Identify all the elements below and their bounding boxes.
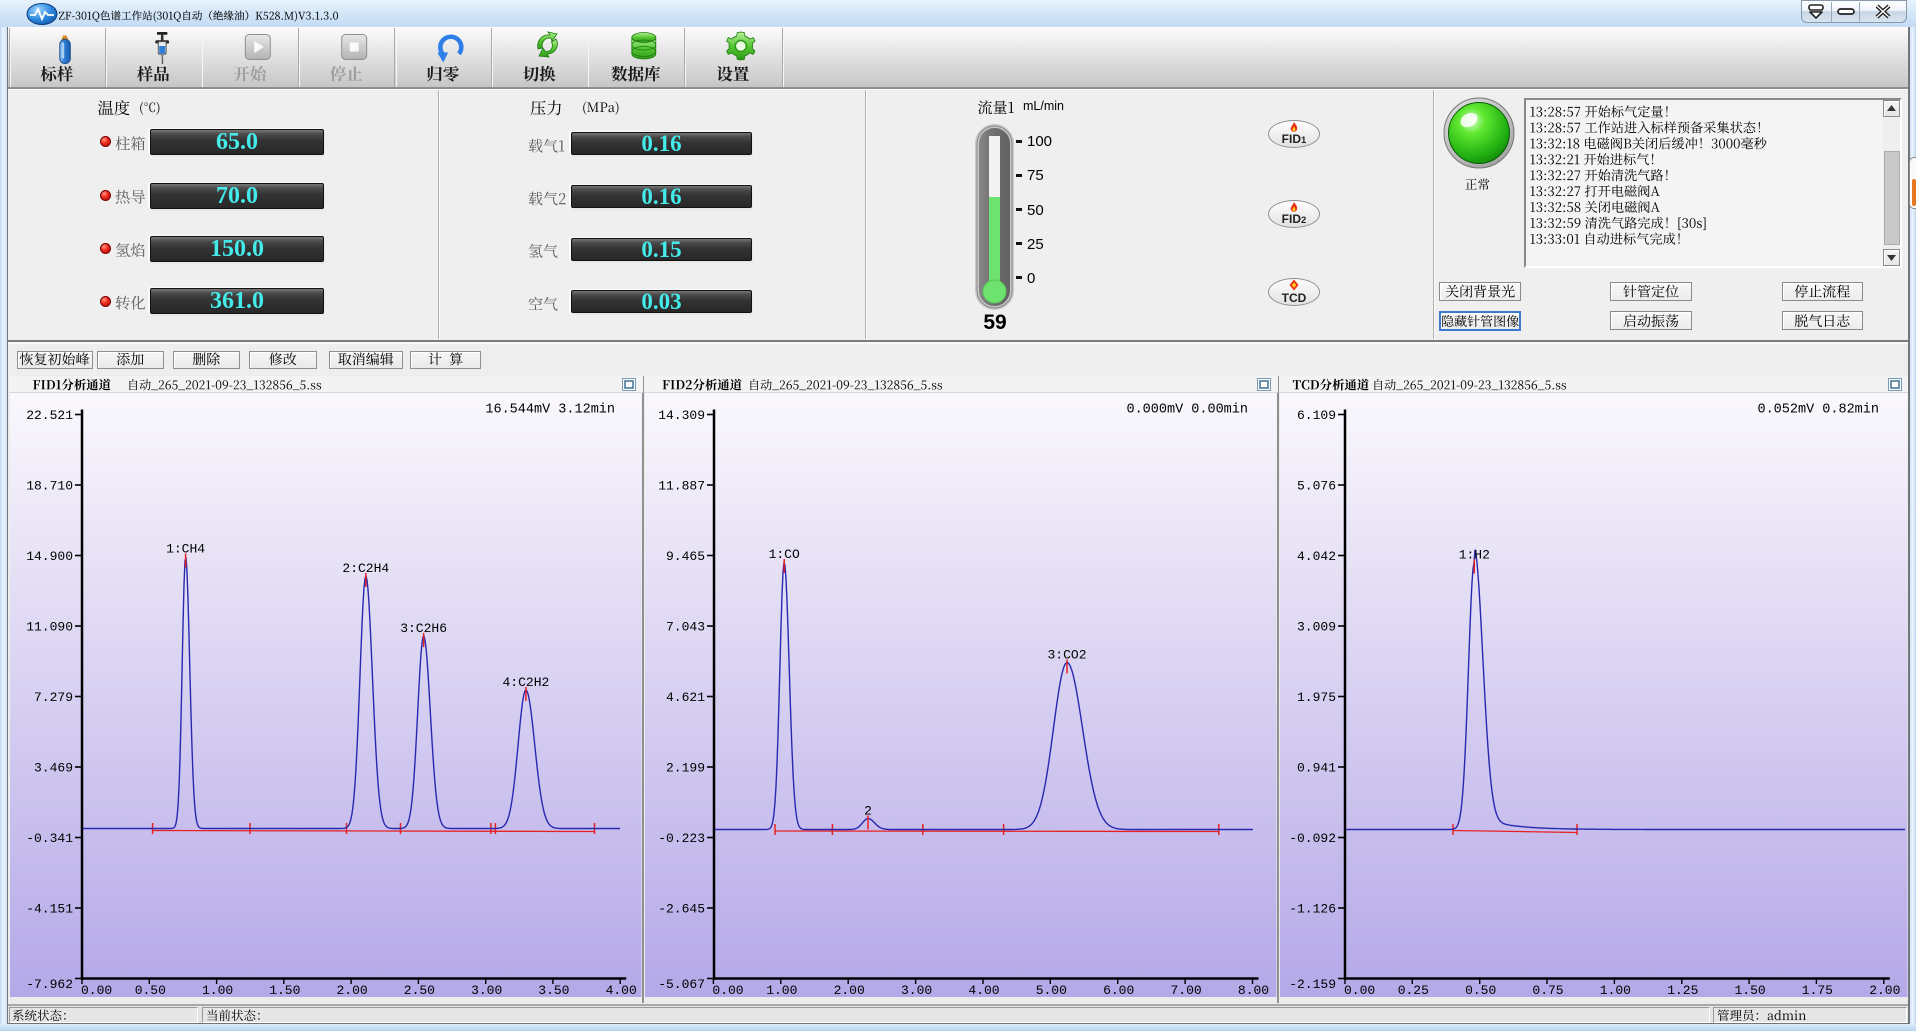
svg-text:1:H2: 1:H2 [1459, 547, 1490, 562]
svg-text:2.199: 2.199 [666, 760, 705, 775]
svg-text:0.941: 0.941 [1297, 760, 1336, 775]
svg-text:2.00: 2.00 [336, 983, 367, 997]
svg-text:2.50: 2.50 [404, 983, 435, 997]
svg-text:-5.067: -5.067 [658, 977, 705, 992]
svg-text:7.279: 7.279 [34, 690, 73, 705]
svg-text:2:C2H4: 2:C2H4 [342, 561, 389, 576]
svg-text:6.109: 6.109 [1297, 408, 1336, 423]
svg-text:22.521: 22.521 [26, 408, 73, 423]
svg-text:5.076: 5.076 [1297, 478, 1336, 493]
svg-text:1.50: 1.50 [1734, 983, 1765, 997]
svg-text:-2.159: -2.159 [1289, 977, 1336, 992]
svg-text:8.00: 8.00 [1238, 983, 1269, 997]
svg-text:-0.223: -0.223 [658, 831, 705, 846]
svg-text:4:C2H2: 4:C2H2 [502, 675, 549, 690]
svg-text:-7.962: -7.962 [26, 977, 73, 992]
svg-text:2.00: 2.00 [1869, 983, 1900, 997]
svg-text:1.75: 1.75 [1802, 983, 1833, 997]
svg-text:0.25: 0.25 [1398, 983, 1429, 997]
svg-text:0.00: 0.00 [712, 983, 743, 997]
svg-text:4.00: 4.00 [968, 983, 999, 997]
svg-text:1.00: 1.00 [766, 983, 797, 997]
svg-text:-0.092: -0.092 [1289, 831, 1336, 846]
svg-text:6.00: 6.00 [1103, 983, 1134, 997]
svg-text:1:CO: 1:CO [769, 547, 800, 562]
svg-text:11.887: 11.887 [658, 478, 705, 493]
svg-text:14.309: 14.309 [658, 408, 705, 423]
svg-text:0.50: 0.50 [1465, 983, 1496, 997]
svg-text:7.043: 7.043 [666, 619, 705, 634]
svg-text:0.000mV 0.00min: 0.000mV 0.00min [1126, 402, 1248, 417]
svg-text:4.00: 4.00 [606, 983, 637, 997]
svg-text:5.00: 5.00 [1036, 983, 1067, 997]
svg-text:3.50: 3.50 [538, 983, 569, 997]
svg-text:14.900: 14.900 [26, 549, 73, 564]
svg-text:1.50: 1.50 [269, 983, 300, 997]
svg-text:0.75: 0.75 [1532, 983, 1563, 997]
svg-text:18.710: 18.710 [26, 478, 73, 493]
svg-text:7.00: 7.00 [1170, 983, 1201, 997]
svg-text:-2.645: -2.645 [658, 901, 705, 916]
svg-text:3.469: 3.469 [34, 760, 73, 775]
svg-text:1.00: 1.00 [202, 983, 233, 997]
svg-text:11.090: 11.090 [26, 619, 73, 634]
svg-text:2.00: 2.00 [834, 983, 865, 997]
svg-text:4.042: 4.042 [1297, 549, 1336, 564]
svg-text:0.00: 0.00 [81, 983, 112, 997]
svg-text:2: 2 [864, 803, 872, 818]
svg-text:0.00: 0.00 [1344, 983, 1375, 997]
svg-text:1.975: 1.975 [1297, 690, 1336, 705]
svg-text:0.052mV 0.82min: 0.052mV 0.82min [1757, 402, 1879, 417]
svg-text:3:C2H6: 3:C2H6 [400, 621, 447, 636]
svg-text:3.00: 3.00 [901, 983, 932, 997]
svg-text:-4.151: -4.151 [26, 901, 73, 916]
svg-text:3:CO2: 3:CO2 [1047, 647, 1086, 662]
svg-text:-1.126: -1.126 [1289, 901, 1336, 916]
svg-text:-0.341: -0.341 [26, 831, 73, 846]
svg-text:4.621: 4.621 [666, 690, 705, 705]
svg-text:9.465: 9.465 [666, 549, 705, 564]
svg-text:16.544mV 3.12min: 16.544mV 3.12min [485, 402, 615, 417]
svg-text:1.25: 1.25 [1667, 983, 1698, 997]
svg-text:1.00: 1.00 [1600, 983, 1631, 997]
svg-text:0.50: 0.50 [135, 983, 166, 997]
svg-text:3.00: 3.00 [471, 983, 502, 997]
svg-text:1:CH4: 1:CH4 [166, 541, 205, 556]
svg-text:3.009: 3.009 [1297, 619, 1336, 634]
